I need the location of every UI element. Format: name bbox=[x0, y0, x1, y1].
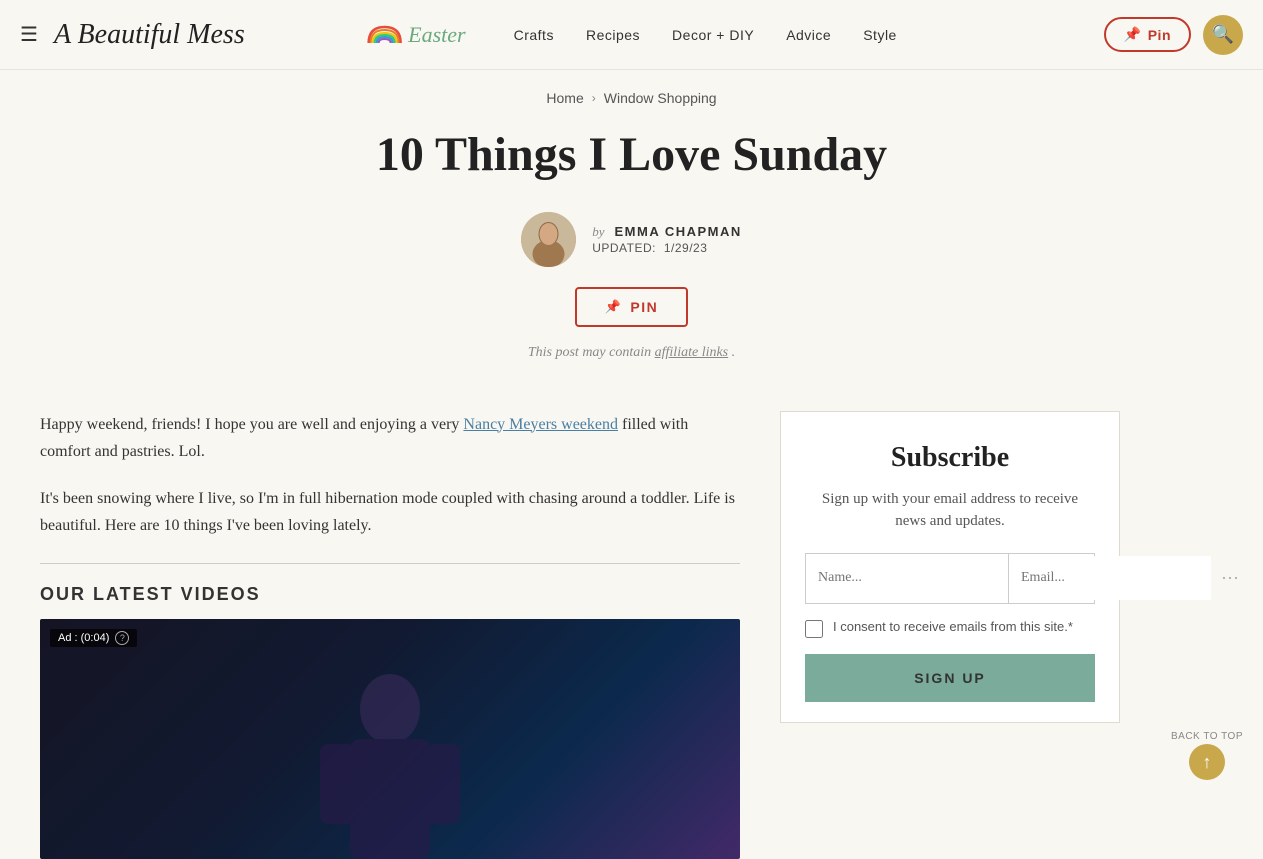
video-figure bbox=[290, 659, 490, 859]
intro-paragraph: Happy weekend, friends! I hope you are w… bbox=[40, 411, 740, 465]
easter-label: Easter bbox=[408, 22, 465, 48]
header-pin-button[interactable]: 📌 Pin bbox=[1104, 17, 1191, 52]
search-icon: 🔍 bbox=[1212, 24, 1234, 45]
back-to-top[interactable]: BACK TO TOP ↑ bbox=[1171, 731, 1243, 780]
author-info: by EMMA CHAPMAN UPDATED: 1/29/23 bbox=[592, 223, 742, 255]
consent-row: I consent to receive emails from this si… bbox=[805, 618, 1095, 638]
video-info-icon[interactable]: ? bbox=[115, 631, 129, 645]
article-title: 10 Things I Love Sunday bbox=[20, 126, 1243, 184]
affiliate-link[interactable]: affiliate links bbox=[655, 345, 729, 360]
author-avatar bbox=[521, 212, 576, 267]
header-right: 📌 Pin 🔍 bbox=[1104, 15, 1243, 55]
second-paragraph: It's been snowing where I live, so I'm i… bbox=[40, 485, 740, 539]
breadcrumb-home[interactable]: Home bbox=[546, 90, 583, 106]
breadcrumb: Home › Window Shopping bbox=[0, 70, 1263, 116]
breadcrumb-separator: › bbox=[592, 91, 596, 105]
nancy-meyers-link[interactable]: Nancy Meyers weekend bbox=[463, 416, 618, 433]
subscribe-title: Subscribe bbox=[805, 442, 1095, 474]
video-ad-badge: Ad : (0:04) ? bbox=[50, 629, 137, 647]
header-center: Easter Crafts Recipes Decor + DIY Advice… bbox=[366, 22, 897, 48]
videos-section-label: OUR LATEST VIDEOS bbox=[40, 584, 740, 605]
nav-item-crafts[interactable]: Crafts bbox=[514, 27, 554, 43]
main-nav: Crafts Recipes Decor + DIY Advice Style bbox=[514, 27, 897, 43]
subscribe-inputs: ··· bbox=[805, 553, 1095, 604]
section-divider bbox=[40, 563, 740, 564]
consent-text: I consent to receive emails from this si… bbox=[833, 618, 1073, 636]
article-pin-button[interactable]: 📌 PIN bbox=[575, 287, 689, 327]
pin-btn-label: PIN bbox=[630, 299, 658, 315]
affiliate-note: This post may contain affiliate links . bbox=[20, 345, 1243, 361]
pin-icon: 📌 bbox=[1124, 26, 1142, 43]
pin-icon-article: 📌 bbox=[605, 299, 623, 315]
nav-item-advice[interactable]: Advice bbox=[786, 27, 831, 43]
subscribe-description: Sign up with your email address to recei… bbox=[805, 488, 1095, 533]
author-name: EMMA CHAPMAN bbox=[614, 224, 741, 239]
nav-item-recipes[interactable]: Recipes bbox=[586, 27, 640, 43]
header-left: ☰ A Beautiful Mess bbox=[20, 19, 245, 51]
sign-up-button[interactable]: SIGN UP bbox=[805, 654, 1095, 702]
rainbow-icon bbox=[366, 25, 402, 45]
up-arrow-icon: ↑ bbox=[1202, 752, 1211, 773]
pin-label: Pin bbox=[1148, 27, 1171, 43]
article-body: Happy weekend, friends! I hope you are w… bbox=[40, 411, 780, 859]
back-to-top-label: BACK TO TOP bbox=[1171, 731, 1243, 742]
sidebar: Subscribe Sign up with your email addres… bbox=[780, 411, 1120, 723]
site-logo[interactable]: A Beautiful Mess bbox=[54, 19, 245, 51]
nav-item-style[interactable]: Style bbox=[863, 27, 897, 43]
author-date: UPDATED: 1/29/23 bbox=[592, 241, 742, 255]
avatar-image bbox=[521, 212, 576, 267]
video-player[interactable]: Ad : (0:04) ? bbox=[40, 619, 740, 859]
back-to-top-arrow[interactable]: ↑ bbox=[1189, 744, 1225, 780]
hamburger-icon[interactable]: ☰ bbox=[20, 22, 38, 47]
header: ☰ A Beautiful Mess Easter Crafts Recipes… bbox=[0, 0, 1263, 70]
author-by-label: by EMMA CHAPMAN bbox=[592, 223, 742, 241]
email-more-icon[interactable]: ··· bbox=[1211, 554, 1249, 603]
easter-logo[interactable]: Easter bbox=[366, 22, 465, 48]
search-button[interactable]: 🔍 bbox=[1203, 15, 1243, 55]
breadcrumb-current: Window Shopping bbox=[604, 90, 717, 106]
main-layout: Happy weekend, friends! I hope you are w… bbox=[0, 391, 1263, 859]
article-header: 10 Things I Love Sunday by EMMA CHAPMAN … bbox=[0, 116, 1263, 391]
consent-checkbox[interactable] bbox=[805, 620, 823, 638]
email-wrapper: ··· bbox=[1009, 554, 1249, 603]
subscribe-box: Subscribe Sign up with your email addres… bbox=[780, 411, 1120, 723]
name-input[interactable] bbox=[806, 554, 1009, 603]
author-row: by EMMA CHAPMAN UPDATED: 1/29/23 bbox=[20, 212, 1243, 267]
email-input[interactable] bbox=[1009, 556, 1211, 600]
nav-item-decor-diy[interactable]: Decor + DIY bbox=[672, 27, 754, 43]
